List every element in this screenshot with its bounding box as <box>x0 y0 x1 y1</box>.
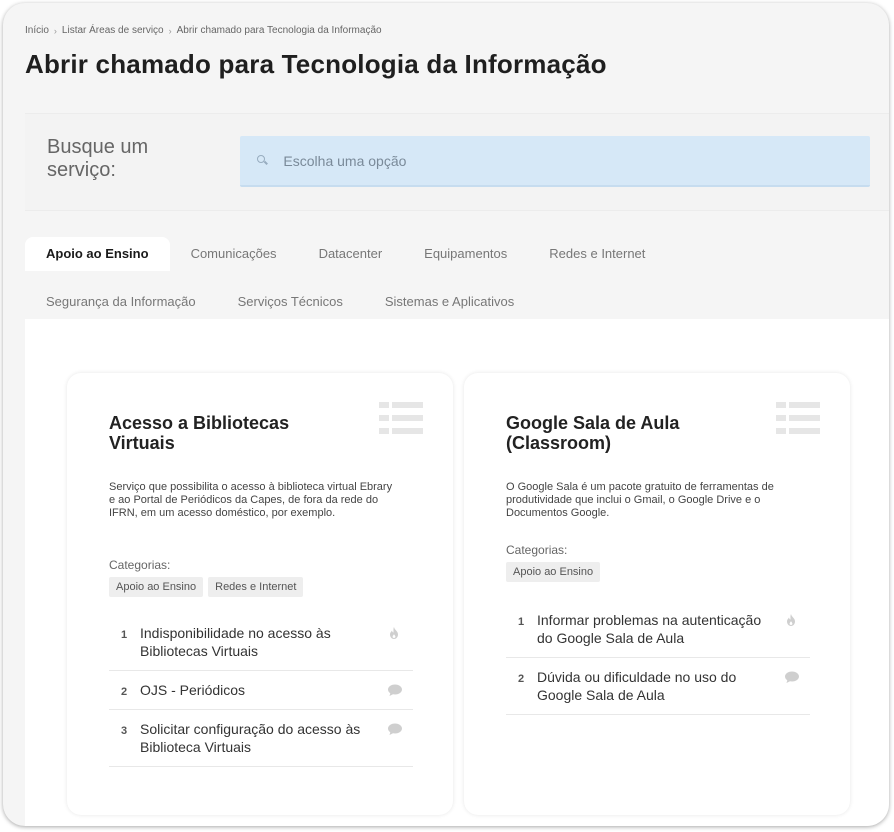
service-number: 2 <box>121 686 128 698</box>
chat-icon <box>387 722 402 736</box>
service-item[interactable]: 2 OJS - Periódicos <box>109 671 413 710</box>
service-label: Solicitar configuração do acesso às Bibl… <box>140 721 361 755</box>
service-label: Informar problemas na autenticação do Go… <box>537 612 762 646</box>
service-label: OJS - Periódicos <box>140 682 246 698</box>
category-tags: Apoio ao Ensino Redes e Internet <box>109 577 304 597</box>
service-number: 3 <box>121 725 128 737</box>
app-window: Início › Listar Áreas de serviço › Abrir… <box>3 3 889 826</box>
service-label: Dúvida ou dificuldade no uso do Google S… <box>537 669 737 703</box>
tab-equipamentos[interactable]: Equipamentos <box>403 237 528 271</box>
service-area-card: Google Sala de Aula (Classroom) O Google… <box>464 373 850 815</box>
list-icon <box>379 402 423 436</box>
service-search-panel: Busque um serviço: <box>25 113 889 211</box>
tab-apoio-ao-ensino[interactable]: Apoio ao Ensino <box>25 237 170 271</box>
categories-label: Categorias: <box>506 543 568 557</box>
card-description: Serviço que possibilita o acesso à bibli… <box>109 481 393 520</box>
tab-redes-e-internet[interactable]: Redes e Internet <box>528 237 666 271</box>
chat-icon <box>784 670 799 684</box>
tab-row: Segurança da Informação Serviços Técnico… <box>25 285 535 319</box>
category-tags: Apoio ao Ensino <box>506 562 601 582</box>
tab-content: Acesso a Bibliotecas Virtuais Serviço qu… <box>25 319 889 826</box>
service-search-field[interactable] <box>240 136 870 187</box>
breadcrumb-service-areas-link[interactable]: Listar Áreas de serviço <box>62 25 164 36</box>
service-number: 1 <box>121 629 128 641</box>
chat-icon <box>387 683 402 697</box>
chevron-right-icon: › <box>53 25 57 36</box>
tab-servicos-tecnicos[interactable]: Serviços Técnicos <box>217 285 364 319</box>
service-item[interactable]: 2 Dúvida ou dificuldade no uso do Google… <box>506 658 810 715</box>
tab-datacenter[interactable]: Datacenter <box>298 237 404 271</box>
search-label: Busque um serviço: <box>47 136 149 181</box>
service-list: 1 Indisponibilidade no acesso às Bibliot… <box>109 614 413 767</box>
page-title: Abrir chamado para Tecnologia da Informa… <box>25 49 607 79</box>
category-tag[interactable]: Redes e Internet <box>208 577 304 597</box>
service-list: 1 Informar problemas na autenticação do … <box>506 601 810 715</box>
flame-icon <box>784 613 798 627</box>
breadcrumb-current: Abrir chamado para Tecnologia da Informa… <box>176 25 382 36</box>
flame-icon <box>387 626 401 640</box>
chevron-right-icon: › <box>168 25 172 36</box>
breadcrumb-home-link[interactable]: Início <box>25 25 49 36</box>
category-tag[interactable]: Apoio ao Ensino <box>109 577 204 597</box>
service-item[interactable]: 1 Indisponibilidade no acesso às Bibliot… <box>109 614 413 671</box>
category-tag[interactable]: Apoio ao Ensino <box>506 562 601 582</box>
service-label: Indisponibilidade no acesso às Bibliotec… <box>140 625 331 659</box>
category-tabs: Apoio ao Ensino Comunicações Datacenter … <box>25 223 889 319</box>
search-input[interactable] <box>283 152 870 169</box>
service-number: 2 <box>518 673 525 685</box>
tab-row: Apoio ao Ensino Comunicações Datacenter … <box>25 237 666 271</box>
tab-sistemas-e-aplicativos[interactable]: Sistemas e Aplicativos <box>364 285 535 319</box>
search-icon <box>256 154 268 167</box>
card-title: Google Sala de Aula (Classroom) <box>506 413 680 453</box>
service-item[interactable]: 3 Solicitar configuração do acesso às Bi… <box>109 710 413 767</box>
tab-seguranca-da-informacao[interactable]: Segurança da Informação <box>25 285 217 319</box>
service-area-card: Acesso a Bibliotecas Virtuais Serviço qu… <box>67 373 453 815</box>
breadcrumb: Início › Listar Áreas de serviço › Abrir… <box>25 25 382 36</box>
card-description: O Google Sala é um pacote gratuito de fe… <box>506 481 774 520</box>
service-number: 1 <box>518 616 525 628</box>
service-item[interactable]: 1 Informar problemas na autenticação do … <box>506 601 810 658</box>
categories-label: Categorias: <box>109 558 171 572</box>
card-title: Acesso a Bibliotecas Virtuais <box>109 413 290 453</box>
tab-comunicacoes[interactable]: Comunicações <box>170 237 298 271</box>
list-icon <box>776 402 820 436</box>
